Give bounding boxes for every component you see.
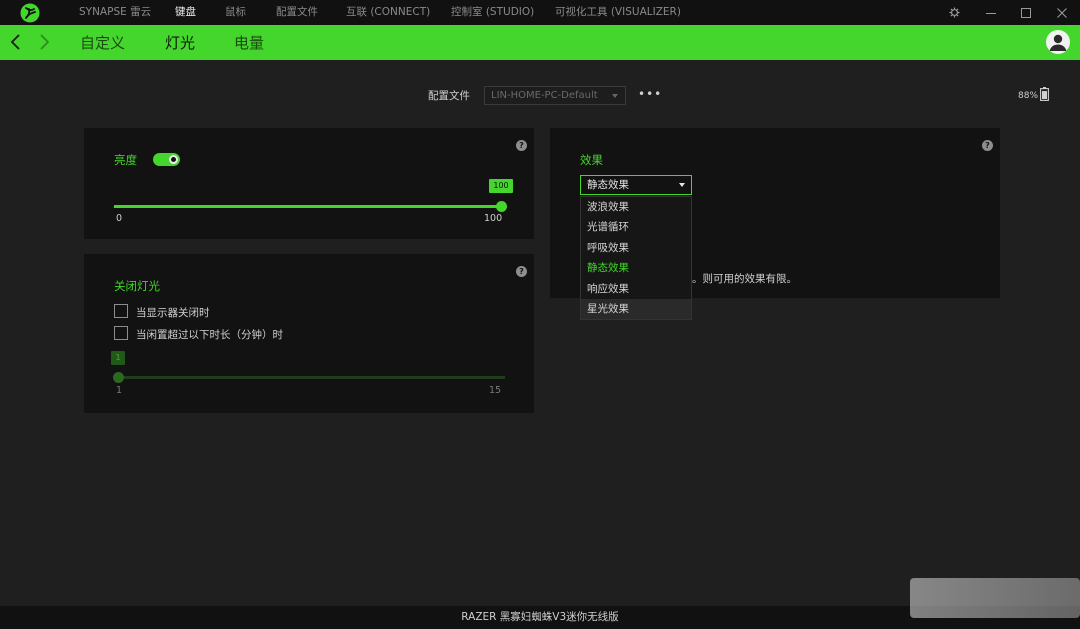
- minimize-icon: [986, 12, 996, 14]
- topnav-visualizer[interactable]: 可视化工具 (VISUALIZER): [555, 0, 681, 25]
- idle-slider-handle[interactable]: [112, 372, 124, 383]
- brightness-toggle[interactable]: [153, 153, 180, 166]
- lights-off-panel: ? 关闭灯光 当显示器关闭时 当闲置超过以下时长（分钟）时 1 1 15: [84, 254, 534, 413]
- brightness-title: 亮度: [114, 153, 137, 167]
- profile-value: LIN-HOME-PC-Default: [491, 90, 598, 101]
- close-button[interactable]: [1047, 0, 1077, 25]
- forward-arrow-icon[interactable]: [37, 33, 51, 51]
- maximize-button[interactable]: [1011, 0, 1041, 25]
- topnav-profiles[interactable]: 配置文件: [276, 0, 318, 25]
- idle-min-label: 1: [116, 385, 123, 396]
- back-arrow-icon[interactable]: [9, 33, 23, 51]
- profile-label: 配置文件: [428, 90, 470, 102]
- watermark-logo: [910, 578, 1080, 618]
- brightness-panel: ? 亮度 100 0 100: [84, 128, 534, 239]
- title-bar: SYNAPSE 雷云 键盘 鼠标 配置文件 互联 (CONNECT) 控制室 (…: [0, 0, 1080, 25]
- gear-icon: [948, 7, 960, 18]
- effect-select[interactable]: 静态效果: [580, 175, 692, 195]
- monitor-off-label: 当显示器关闭时: [136, 307, 210, 319]
- razer-logo-icon[interactable]: [20, 3, 40, 23]
- effect-option-reactive[interactable]: 响应效果: [581, 279, 691, 299]
- help-icon[interactable]: ?: [516, 266, 527, 277]
- sub-nav: 自定义 灯光 电量: [0, 25, 1080, 60]
- effect-option-starlight[interactable]: 星光效果: [581, 298, 691, 320]
- topnav-connect[interactable]: 互联 (CONNECT): [346, 0, 430, 25]
- effect-selected-value: 静态效果: [587, 179, 629, 191]
- brightness-max-label: 100: [484, 213, 503, 224]
- profile-select[interactable]: LIN-HOME-PC-Default: [484, 86, 626, 105]
- avatar[interactable]: [1046, 30, 1070, 54]
- chevron-down-icon: [679, 183, 685, 187]
- effect-option-wave[interactable]: 波浪效果: [581, 197, 691, 217]
- brightness-min-label: 0: [116, 213, 123, 224]
- monitor-off-checkbox[interactable]: [114, 304, 128, 318]
- effect-title: 效果: [580, 153, 603, 167]
- effect-option-breathing[interactable]: 呼吸效果: [581, 238, 691, 258]
- user-icon: [1049, 34, 1067, 51]
- tab-customize[interactable]: 自定义: [80, 25, 125, 60]
- toggle-knob: [169, 155, 178, 164]
- battery-icon: [1040, 87, 1049, 101]
- topnav-studio[interactable]: 控制室 (STUDIO): [451, 0, 534, 25]
- help-icon[interactable]: ?: [516, 140, 527, 151]
- idle-slider[interactable]: [118, 376, 505, 379]
- topnav-synapse[interactable]: SYNAPSE 雷云: [79, 0, 151, 25]
- idle-checkbox[interactable]: [114, 326, 128, 340]
- battery-percent: 88%: [1018, 91, 1039, 101]
- brightness-value-bubble: 100: [489, 179, 513, 193]
- brightness-slider[interactable]: [114, 205, 501, 208]
- effect-option-static[interactable]: 静态效果: [581, 258, 691, 278]
- close-icon: [1057, 7, 1067, 18]
- lights-off-title: 关闭灯光: [114, 279, 160, 293]
- help-icon[interactable]: ?: [982, 140, 993, 151]
- brightness-slider-fill: [114, 205, 501, 208]
- minimize-button[interactable]: [976, 0, 1006, 25]
- more-options-button[interactable]: •••: [638, 88, 662, 100]
- idle-max-label: 15: [489, 385, 502, 396]
- tab-power[interactable]: 电量: [234, 25, 264, 60]
- effect-option-spectrum[interactable]: 光谱循环: [581, 217, 691, 237]
- topnav-mouse[interactable]: 鼠标: [225, 0, 246, 25]
- effect-dropdown-list: 波浪效果 光谱循环 呼吸效果 静态效果 响应效果 星光效果: [580, 196, 692, 321]
- effect-note: 。则可用的效果有限。: [692, 273, 797, 285]
- maximize-icon: [1021, 7, 1031, 18]
- idle-label: 当闲置超过以下时长（分钟）时: [136, 329, 283, 341]
- brightness-slider-handle[interactable]: [495, 201, 507, 212]
- settings-button[interactable]: [939, 0, 969, 25]
- idle-value-bubble: 1: [111, 351, 125, 365]
- chevron-down-icon: [612, 94, 618, 98]
- tab-lighting[interactable]: 灯光: [165, 25, 195, 60]
- topnav-keyboard[interactable]: 键盘: [175, 0, 196, 25]
